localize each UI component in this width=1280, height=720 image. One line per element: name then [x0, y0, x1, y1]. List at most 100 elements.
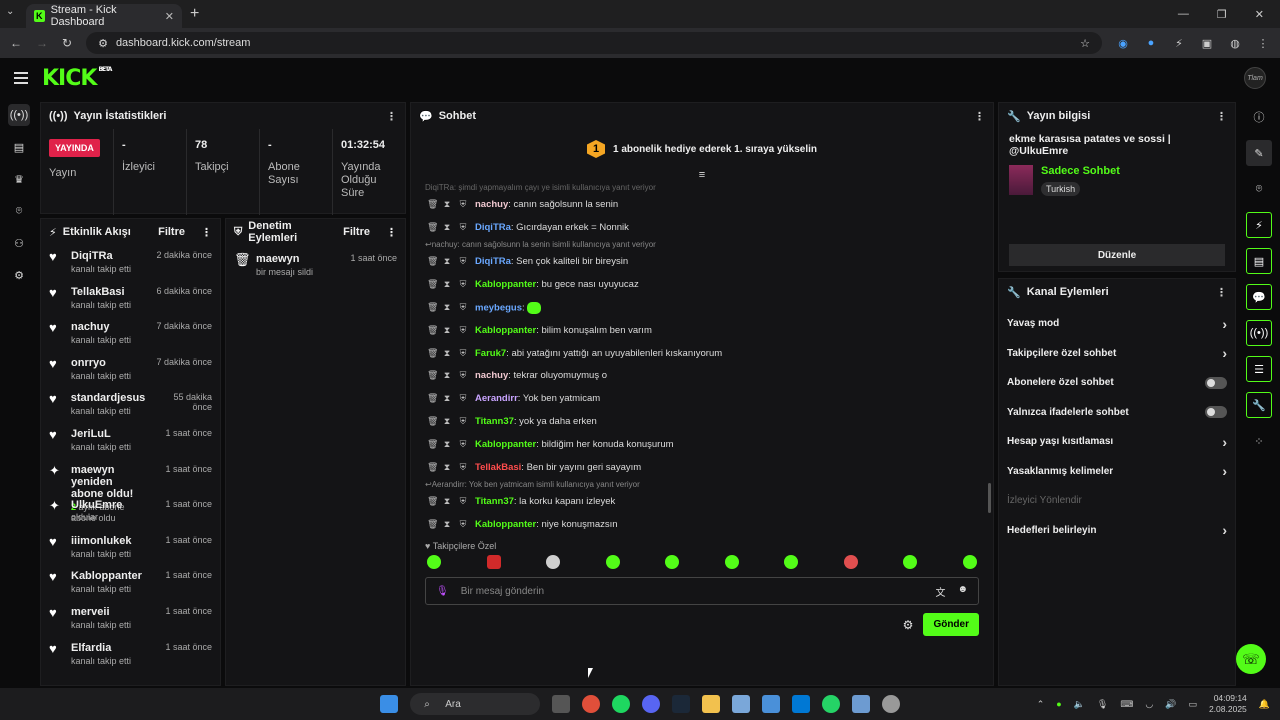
channel-action-item[interactable]: Yasaklanmış kelimeler ›	[999, 457, 1235, 487]
timeout-hourglass-icon[interactable]: ⧗	[443, 279, 451, 290]
activity-user[interactable]: maewyn yeniden abone oldu!	[71, 464, 144, 500]
chat-message-list[interactable]: DiqiTRa: şimdi yapmayalım çayı ye isimli…	[411, 181, 993, 537]
timeout-hourglass-icon[interactable]: ⧗	[443, 222, 451, 233]
category-link[interactable]: Sadece Sohbet	[1041, 165, 1120, 177]
microphone-icon[interactable]: 🎙	[436, 586, 449, 597]
chat-message[interactable]: 🗑 ⧗ ⛨ Kabloppanter: bu gece nası uyuyuca…	[423, 273, 981, 296]
category-thumbnail[interactable]	[1009, 165, 1033, 195]
users-icon[interactable]: ⚇	[8, 232, 30, 254]
trophy-icon[interactable]: ♛	[8, 168, 30, 190]
activity-user[interactable]: merveii	[71, 606, 144, 618]
ban-shield-icon[interactable]: ⛨	[459, 256, 467, 267]
whatsapp-icon[interactable]	[822, 695, 840, 713]
kick-logo[interactable]: KICK BETA	[42, 66, 112, 91]
delete-message-icon[interactable]: 🗑	[427, 199, 438, 210]
close-tab-icon[interactable]: ✕	[165, 10, 174, 23]
ban-shield-icon[interactable]: ⛨	[459, 325, 467, 336]
timeout-hourglass-icon[interactable]: ⧗	[443, 256, 451, 267]
ban-shield-icon[interactable]: ⛨	[459, 222, 467, 233]
delete-message-icon[interactable]: 🗑	[427, 256, 438, 267]
chat-message[interactable]: 🗑 ⧗ ⛨ Aerandirr: Abi bugün cumartesi mal…	[423, 536, 981, 537]
delete-message-icon[interactable]: 🗑	[427, 348, 438, 359]
chat-message[interactable]: 🗑 ⧗ ⛨ Kabloppanter: bilim konuşalım ben …	[423, 319, 981, 342]
chat-username[interactable]: nachuy	[475, 370, 508, 381]
channel-action-item[interactable]: Yavaş mod ›	[999, 309, 1235, 339]
activity-user[interactable]: standardjesus	[71, 392, 146, 404]
lightning-tool-icon[interactable]: ⚡	[1246, 212, 1272, 238]
user-avatar[interactable]: Tlam	[1244, 67, 1266, 89]
channel-action-item[interactable]: Takipçilere özel sohbet ›	[999, 339, 1235, 369]
profile-icon[interactable]: ◍	[1228, 36, 1242, 50]
clock[interactable]: 04:09:14 2.08.2025	[1209, 693, 1247, 715]
chat-input[interactable]: 🎙 Bir mesaj gönderin 文 ☻	[425, 577, 979, 605]
help-chat-icon[interactable]: ☏	[1236, 644, 1266, 674]
chat-username[interactable]: TellakBasi	[475, 462, 521, 473]
bookmark-star-icon[interactable]: ☆	[1080, 37, 1090, 50]
channel-action-item[interactable]: Hesap yaşı kısıtlaması ›	[999, 427, 1235, 457]
activity-user[interactable]: TellakBasi	[71, 286, 144, 298]
close-window-icon[interactable]: ✕	[1255, 8, 1264, 21]
gift-leaderboard-banner[interactable]: 1 1 abonelik hediye ederek 1. sıraya yük…	[411, 129, 993, 169]
emote-icon[interactable]	[843, 555, 858, 569]
volume-icon[interactable]: 🔊	[1165, 699, 1176, 710]
ban-shield-icon[interactable]: ⛨	[459, 439, 467, 450]
wrench-tool-icon[interactable]: 🔧	[1246, 392, 1272, 418]
channel-action-item[interactable]: Abonelere özel sohbet	[999, 368, 1235, 398]
taskbar-search[interactable]: ⌕ Ara	[410, 693, 540, 715]
chat-message[interactable]: 🗑 ⧗ ⛨ Titann37: la korku kapanı izleyek	[423, 491, 981, 514]
forward-icon[interactable]: →	[36, 36, 48, 50]
emote-icon[interactable]	[784, 555, 799, 569]
app-icon[interactable]	[732, 695, 750, 713]
ban-shield-icon[interactable]: ⛨	[459, 462, 467, 473]
chat-username[interactable]: Aerandirr	[475, 393, 518, 404]
timeout-hourglass-icon[interactable]: ⧗	[443, 462, 451, 473]
minimize-icon[interactable]: —	[1178, 8, 1189, 21]
ban-shield-icon[interactable]: ⛨	[459, 370, 467, 381]
delete-message-icon[interactable]: 🗑	[427, 496, 438, 507]
keyboard-icon[interactable]: ⌨	[1120, 699, 1133, 710]
menu-kebab-icon[interactable]: ⋮	[1256, 36, 1270, 50]
delete-message-icon[interactable]: 🗑	[427, 325, 438, 336]
chat-username[interactable]: Titann37	[475, 416, 514, 427]
windows-start-icon[interactable]	[380, 695, 398, 713]
moderation-filter-button[interactable]: Filtre	[343, 226, 370, 238]
emote-icon[interactable]	[724, 555, 739, 569]
tab-search-icon[interactable]: ⌄	[6, 6, 22, 22]
chat-tool-icon[interactable]: 💬	[1246, 284, 1272, 310]
back-icon[interactable]: ←	[10, 36, 22, 50]
camera-icon[interactable]: ⌾	[8, 200, 30, 222]
chat-message[interactable]: 🗑 ⧗ ⛨ nachuy: tekrar oluyomuymuş o	[423, 365, 981, 388]
site-info-icon[interactable]: ⚙	[98, 37, 108, 50]
layout-icon[interactable]: ☰	[1246, 356, 1272, 382]
tray-app-icon[interactable]: ●	[1056, 699, 1061, 709]
timeout-hourglass-icon[interactable]: ⧗	[443, 393, 451, 404]
ban-shield-icon[interactable]: ⛨	[459, 302, 467, 313]
outlook-icon[interactable]	[792, 695, 810, 713]
chat-message[interactable]: 🗑 ⧗ ⛨ DiqiTRa: Gıcırdayan erkek = Nonnik	[423, 216, 981, 239]
emote-icon[interactable]	[486, 555, 501, 569]
activity-user[interactable]: UlkuEmre	[71, 499, 144, 511]
activity-menu-icon[interactable]: ⋮	[201, 226, 212, 239]
delete-message-icon[interactable]: 🗑	[427, 370, 438, 381]
photos-icon[interactable]	[762, 695, 780, 713]
chat-scroll-down-icon[interactable]: ≡	[411, 169, 993, 181]
discord-icon[interactable]	[642, 695, 660, 713]
emote-icon[interactable]	[665, 555, 680, 569]
send-button[interactable]: Gönder	[923, 613, 979, 636]
stream-broadcast-icon[interactable]: ((•))	[8, 104, 30, 126]
delete-message-icon[interactable]: 🗑	[427, 416, 438, 427]
channel-action-item[interactable]: Hedefleri belirleyin ›	[999, 516, 1235, 546]
extension-icon[interactable]: ◉	[1116, 36, 1130, 50]
task-view-icon[interactable]	[552, 695, 570, 713]
extension-icon[interactable]: ●	[1144, 36, 1158, 50]
emote-icon[interactable]	[546, 555, 561, 569]
activity-user[interactable]: iiimonlukek	[71, 535, 144, 547]
chat-username[interactable]: Kabloppanter	[475, 519, 536, 530]
edit-stream-button[interactable]: Düzenle	[1009, 244, 1225, 266]
timeout-hourglass-icon[interactable]: ⧗	[443, 348, 451, 359]
timeout-hourglass-icon[interactable]: ⧗	[443, 439, 451, 450]
battery-icon[interactable]: ▭	[1188, 699, 1197, 710]
file-explorer-icon[interactable]	[702, 695, 720, 713]
chat-message[interactable]: 🗑 ⧗ ⛨ Kabloppanter: bildiğim her konuda …	[423, 433, 981, 456]
spotify-icon[interactable]	[612, 695, 630, 713]
